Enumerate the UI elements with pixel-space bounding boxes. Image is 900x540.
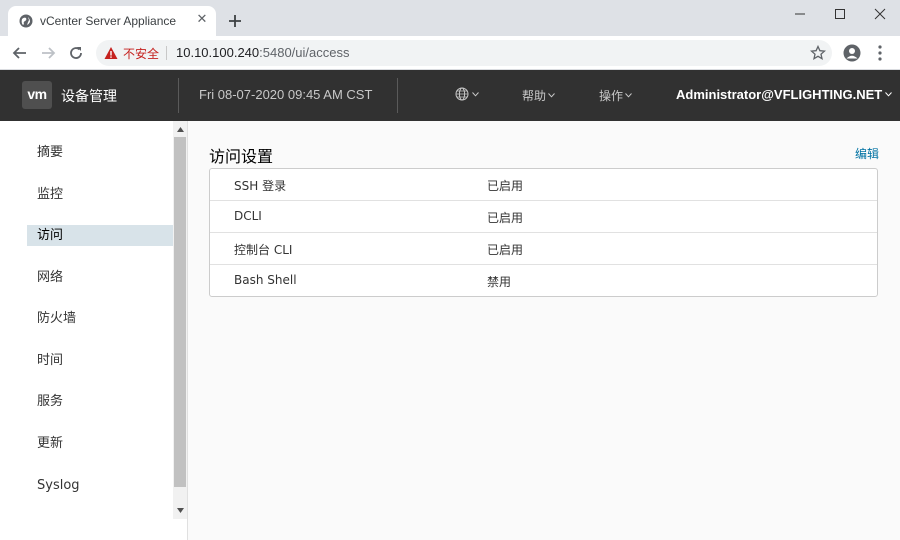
- arrow-left-icon: [12, 47, 26, 59]
- address-bar[interactable]: 不安全 10.10.100.240:5480/ui/access: [96, 40, 832, 66]
- arrow-right-icon: [42, 47, 56, 59]
- chevron-down-icon: [885, 92, 893, 97]
- maximize-button[interactable]: [820, 0, 860, 28]
- help-menu[interactable]: 帮助: [522, 87, 555, 104]
- edit-button[interactable]: 编辑: [855, 145, 879, 162]
- user-menu[interactable]: Administrator@VFLIGHTING.NET: [676, 87, 893, 102]
- sidebar-item-networking[interactable]: 网络: [27, 267, 173, 288]
- access-settings-card: SSH 登录 已启用 DCLI 已启用 控制台 CLI 已启用 Bash She…: [209, 168, 878, 297]
- setting-value: 已启用: [487, 179, 524, 193]
- sidebar-item-services[interactable]: 服务: [27, 391, 173, 412]
- sidebar-item-syslog[interactable]: Syslog: [27, 475, 173, 496]
- header-datetime: Fri 08-07-2020 09:45 AM CST: [199, 87, 373, 102]
- sidebar-item-time[interactable]: 时间: [27, 350, 173, 371]
- url-path: :5480/ui/access: [259, 45, 350, 60]
- maximize-icon: [835, 9, 845, 19]
- app-title: 设备管理: [61, 89, 117, 105]
- language-menu[interactable]: [455, 87, 479, 101]
- scroll-down-button[interactable]: [173, 504, 187, 516]
- sidebar-nav: 摘要 监控 访问 网络 防火墙 时间 服务 更新 Syslog: [0, 121, 188, 540]
- tab-close-icon[interactable]: ✕: [194, 12, 210, 28]
- tab-title: vCenter Server Appliance: [40, 14, 177, 28]
- omnibox-separator: [166, 46, 167, 60]
- star-icon[interactable]: [810, 45, 826, 61]
- globe-icon: [455, 87, 469, 101]
- setting-value: 已启用: [487, 211, 524, 225]
- triangle-down-icon: [176, 507, 184, 513]
- chevron-down-icon: [472, 91, 479, 97]
- main-content: 访问设置 编辑 SSH 登录 已启用 DCLI 已启用 控制台 CLI 已启用 …: [188, 121, 900, 540]
- actions-menu[interactable]: 操作: [599, 87, 632, 104]
- browser-toolbar: 不安全 10.10.100.240:5480/ui/access: [0, 36, 900, 70]
- scroll-up-button[interactable]: [173, 123, 187, 135]
- chevron-down-icon: [548, 93, 555, 98]
- sidebar-item-monitor[interactable]: 监控: [27, 184, 173, 205]
- reload-button[interactable]: [66, 43, 86, 63]
- vmware-logo: vm: [22, 81, 52, 109]
- close-icon: [874, 8, 886, 20]
- setting-value: 禁用: [487, 275, 512, 289]
- app-header: vm 设备管理 Fri 08-07-2020 09:45 AM CST 帮助 操…: [0, 70, 900, 121]
- page-title: 访问设置: [209, 147, 274, 166]
- globe-icon: [19, 14, 33, 28]
- forward-button[interactable]: [38, 43, 58, 63]
- minimize-icon: [795, 13, 805, 15]
- setting-name: SSH 登录: [234, 179, 287, 193]
- new-tab-icon[interactable]: [226, 12, 244, 30]
- browser-tab-strip: vCenter Server Appliance ✕: [0, 0, 900, 36]
- sidebar-item-firewall[interactable]: 防火墙: [27, 308, 173, 329]
- setting-name: 控制台 CLI: [234, 243, 293, 257]
- not-secure-label[interactable]: 不安全: [123, 45, 159, 62]
- profile-icon[interactable]: [843, 44, 861, 62]
- chevron-down-icon: [625, 93, 632, 98]
- setting-row-ssh: SSH 登录 已启用: [210, 169, 877, 201]
- sidebar-item-summary[interactable]: 摘要: [27, 142, 173, 163]
- url-text[interactable]: 10.10.100.240:5480/ui/access: [176, 45, 349, 60]
- header-divider: [397, 78, 398, 113]
- browser-tab[interactable]: vCenter Server Appliance ✕: [8, 6, 216, 36]
- setting-row-dcli: DCLI 已启用: [210, 201, 877, 233]
- triangle-up-icon: [176, 126, 184, 132]
- setting-row-console-cli: 控制台 CLI 已启用: [210, 233, 877, 265]
- minimize-button[interactable]: [780, 0, 820, 28]
- actions-menu-label: 操作: [599, 89, 624, 103]
- sidebar-item-access[interactable]: 访问: [27, 225, 173, 246]
- header-divider: [178, 78, 179, 113]
- reload-icon: [70, 47, 82, 59]
- help-menu-label: 帮助: [522, 89, 547, 103]
- scrollbar-thumb[interactable]: [174, 137, 186, 487]
- setting-name: Bash Shell: [234, 273, 297, 287]
- sidebar-item-update[interactable]: 更新: [27, 433, 173, 454]
- user-name: Administrator@VFLIGHTING.NET: [676, 87, 883, 102]
- close-window-button[interactable]: [860, 0, 900, 28]
- more-icon[interactable]: [874, 44, 886, 62]
- setting-row-bash-shell: Bash Shell 禁用: [210, 265, 877, 297]
- back-button[interactable]: [10, 43, 30, 63]
- setting-name: DCLI: [234, 209, 262, 223]
- url-host: 10.10.100.240: [176, 45, 260, 60]
- warning-icon: [104, 47, 118, 59]
- setting-value: 已启用: [487, 243, 524, 257]
